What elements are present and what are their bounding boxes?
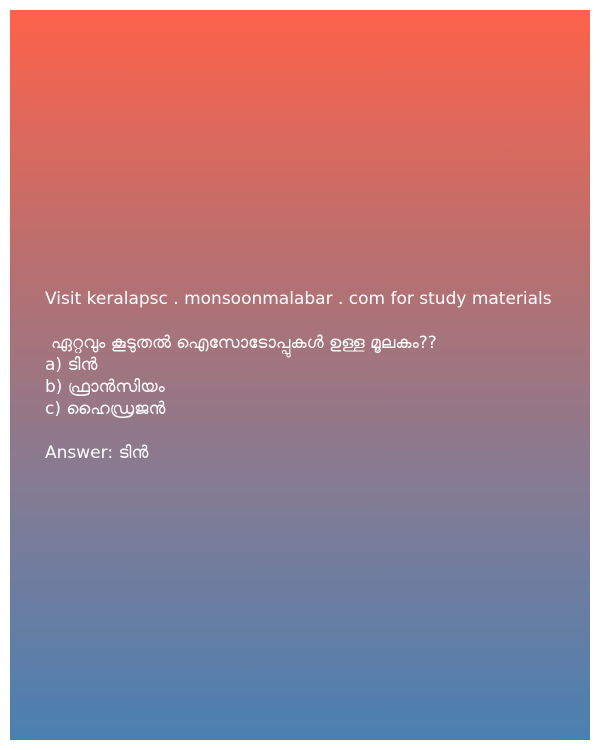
- quiz-card: Visit keralapsc . monsoonmalabar . com f…: [10, 10, 590, 740]
- quiz-content: Visit keralapsc . monsoonmalabar . com f…: [45, 288, 575, 464]
- question-text: ഏറ്റവും കൂടുതൽ ഐസോടോപ്പുകൾ ഉള്ള മൂലകം??: [51, 333, 437, 353]
- option-b: b) ഫ്രാൻസിയം: [45, 377, 165, 397]
- promo-text: Visit keralapsc . monsoonmalabar . com f…: [45, 289, 552, 309]
- answer-text: Answer: ടിൻ: [45, 443, 149, 463]
- option-a: a) ടിൻ: [45, 355, 98, 375]
- option-c: c) ഹൈഡ്രജൻ: [45, 399, 166, 419]
